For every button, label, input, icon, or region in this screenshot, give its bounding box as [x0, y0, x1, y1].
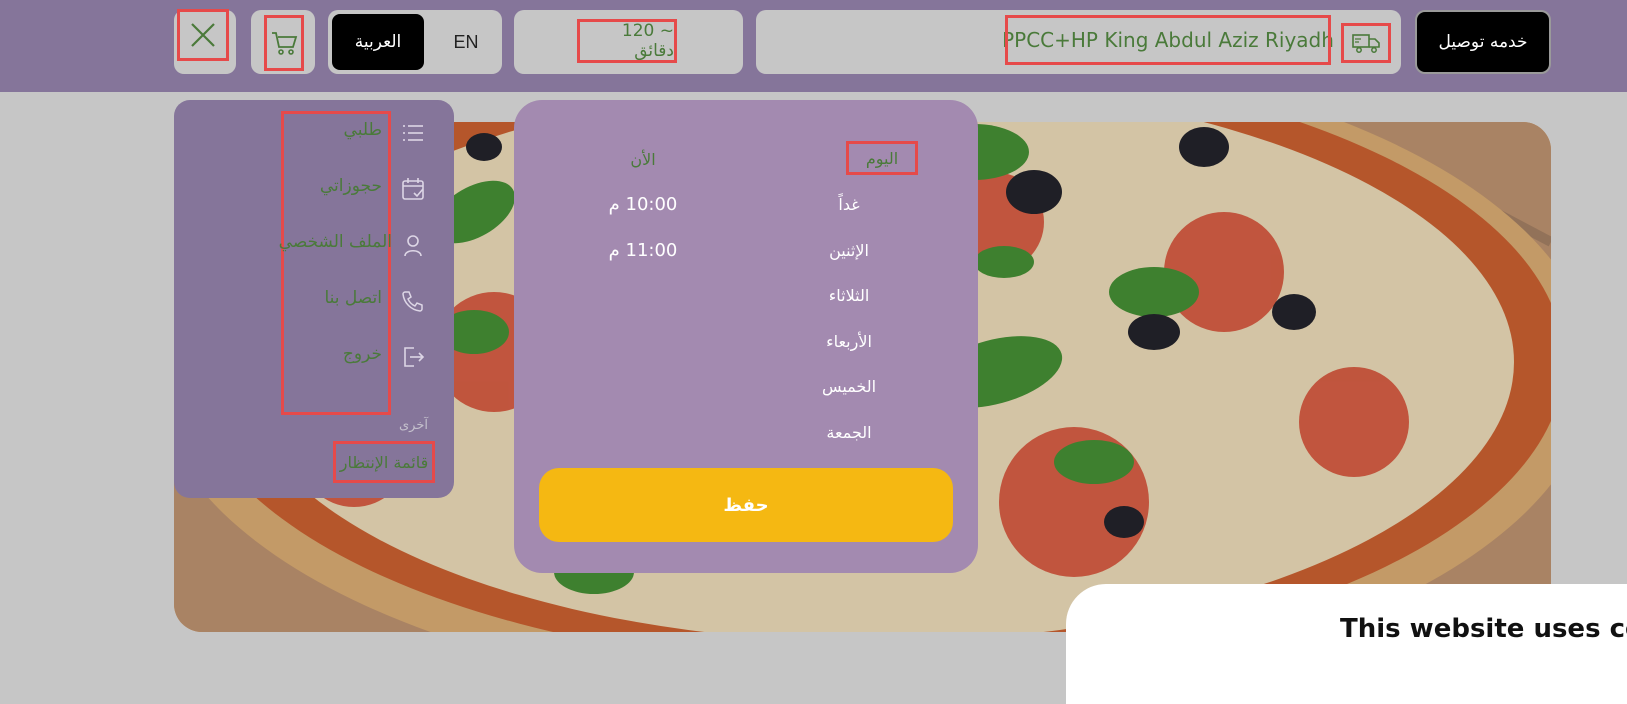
day-tomorrow[interactable]: غداً: [838, 195, 859, 214]
side-menu: طلبي حجوزاتي الملف الشخصي اتصل بنا خروج …: [174, 100, 454, 498]
lang-arabic-button[interactable]: العربية: [332, 14, 424, 70]
menu-item-profile[interactable]: الملف الشخصي: [279, 232, 392, 252]
close-menu-button[interactable]: [174, 9, 236, 74]
day-wednesday[interactable]: الأربعاء: [826, 332, 872, 351]
day-tuesday[interactable]: الثلاثاء: [829, 286, 870, 305]
schedule-picker: اليوم غداً الإثنين الثلاثاء الأربعاء الخ…: [514, 100, 978, 573]
user-icon[interactable]: [400, 232, 426, 258]
time-slot-10pm[interactable]: 10:00 م: [609, 194, 678, 215]
language-switcher: العربية EN: [328, 10, 502, 74]
close-icon[interactable]: [177, 9, 229, 61]
day-friday[interactable]: الجمعة: [826, 423, 871, 442]
other-section-label: آخرى: [399, 418, 428, 433]
cookie-banner: This website uses co: [1066, 584, 1627, 704]
menu-items-list: طلبي حجوزاتي الملف الشخصي اتصل بنا خروج: [279, 111, 392, 415]
menu-item-contact[interactable]: اتصل بنا: [324, 288, 382, 308]
delivery-time-box[interactable]: ~ 120 دقائق: [514, 10, 743, 74]
menu-item-my-orders[interactable]: طلبي: [344, 120, 382, 140]
menu-item-my-reservations[interactable]: حجوزاتي: [320, 176, 382, 196]
cookie-banner-title: This website uses co: [1340, 614, 1627, 644]
address-box[interactable]: PPCC+HP King Abdul Aziz Riyadh: [756, 10, 1401, 74]
phone-icon[interactable]: [400, 288, 426, 314]
time-slot-11pm[interactable]: 11:00 م: [609, 240, 678, 261]
delivery-address[interactable]: PPCC+HP King Abdul Aziz Riyadh: [1002, 15, 1334, 65]
day-thursday[interactable]: الخميس: [822, 377, 876, 396]
delivery-service-button[interactable]: خدمه توصيل: [1415, 10, 1551, 74]
calendar-check-icon[interactable]: [400, 176, 426, 202]
day-today[interactable]: اليوم: [846, 141, 918, 175]
list-icon[interactable]: [400, 120, 426, 146]
menu-item-logout[interactable]: خروج: [343, 344, 382, 364]
day-monday[interactable]: الإثنين: [829, 241, 869, 260]
delivery-truck-icon[interactable]: [1341, 23, 1391, 63]
delivery-time[interactable]: ~ 120 دقائق: [577, 19, 677, 63]
lang-english-button[interactable]: EN: [436, 14, 496, 70]
cart-button[interactable]: [251, 10, 315, 74]
menu-item-waitlist[interactable]: قائمة الإنتظار: [333, 441, 435, 483]
logout-icon[interactable]: [400, 344, 426, 370]
time-now[interactable]: الأن: [630, 150, 655, 169]
top-header: العربية EN ~ 120 دقائق PPCC+HP King Abdu…: [0, 0, 1627, 92]
save-button[interactable]: حفظ: [539, 468, 953, 542]
cart-icon[interactable]: [264, 15, 304, 71]
